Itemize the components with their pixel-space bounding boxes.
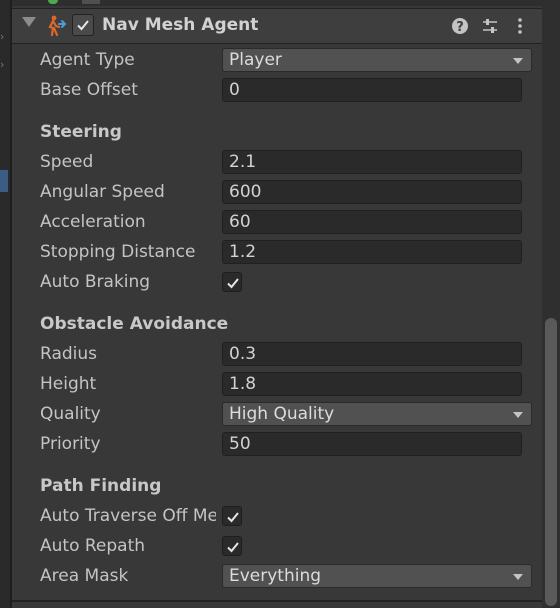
stopping-distance-label: Stopping Distance — [40, 242, 196, 262]
priority-row: Priority 50 — [12, 430, 542, 460]
angular-speed-label: Angular Speed — [40, 182, 165, 202]
acceleration-input[interactable]: 60 — [222, 210, 522, 234]
dropdown-arrow-icon — [513, 412, 523, 418]
selected-row-marker — [0, 170, 8, 192]
help-icon[interactable]: ? — [450, 16, 470, 36]
steering-header: Steering — [40, 122, 122, 142]
area-mask-label: Area Mask — [40, 566, 129, 586]
stopping-distance-row: Stopping Distance 1.2 — [12, 238, 542, 268]
component-enabled-checkbox[interactable] — [72, 14, 94, 36]
acceleration-label: Acceleration — [40, 212, 146, 232]
dropdown-arrow-icon — [513, 574, 523, 580]
auto-repath-checkbox[interactable] — [222, 536, 242, 556]
stopping-distance-input[interactable]: 1.2 — [222, 240, 522, 264]
auto-repath-label: Auto Repath — [40, 536, 146, 556]
nav-mesh-agent-icon — [48, 15, 67, 37]
component-title: Nav Mesh Agent — [102, 15, 259, 35]
radius-row: Radius 0.3 — [12, 340, 542, 370]
acceleration-row: Acceleration 60 — [12, 208, 542, 238]
auto-braking-row: Auto Braking — [12, 268, 542, 298]
chevron-left-icon: › — [0, 58, 5, 71]
foldout-arrow-icon[interactable] — [22, 17, 36, 27]
auto-repath-row: Auto Repath — [12, 532, 542, 562]
radius-input[interactable]: 0.3 — [222, 342, 522, 366]
agent-type-value: Player — [229, 50, 282, 70]
auto-traverse-checkbox[interactable] — [222, 506, 242, 526]
check-icon — [227, 542, 239, 553]
auto-braking-label: Auto Braking — [40, 272, 151, 292]
dropdown-arrow-icon — [513, 58, 523, 64]
obstacle-avoidance-header: Obstacle Avoidance — [40, 314, 229, 334]
agent-type-row: Agent Type Player — [12, 46, 542, 76]
component-icon — [48, 0, 58, 4]
previous-component-header — [12, 0, 542, 6]
priority-input[interactable]: 50 — [222, 432, 522, 456]
quality-dropdown[interactable]: High Quality — [222, 402, 532, 426]
height-row: Height 1.8 — [12, 370, 542, 400]
presets-icon[interactable] — [480, 16, 500, 36]
check-icon — [227, 278, 239, 289]
height-input[interactable]: 1.8 — [222, 372, 522, 396]
quality-label: Quality — [40, 404, 101, 424]
chevron-left-icon: › — [0, 30, 5, 43]
quality-row: Quality High Quality — [12, 400, 542, 430]
speed-input[interactable]: 2.1 — [222, 150, 522, 174]
quality-value: High Quality — [229, 404, 335, 424]
angular-speed-row: Angular Speed 600 — [12, 178, 542, 208]
component-checkbox — [82, 0, 100, 4]
area-mask-dropdown[interactable]: Everything — [222, 564, 532, 588]
auto-traverse-row: Auto Traverse Off Me — [12, 502, 542, 532]
hierarchy-strip: › › — [0, 0, 10, 608]
scrollbar-thumb[interactable] — [545, 318, 557, 606]
path-finding-header: Path Finding — [40, 476, 162, 496]
priority-label: Priority — [40, 434, 101, 454]
speed-label: Speed — [40, 152, 94, 172]
area-mask-value: Everything — [229, 566, 322, 586]
speed-row: Speed 2.1 — [12, 148, 542, 178]
angular-speed-input[interactable]: 600 — [222, 180, 522, 204]
component-bottom-border — [12, 600, 542, 602]
area-mask-row: Area Mask Everything — [12, 562, 542, 592]
agent-type-dropdown[interactable]: Player — [222, 48, 532, 72]
height-label: Height — [40, 374, 97, 394]
kebab-menu-icon[interactable] — [510, 16, 530, 36]
agent-type-label: Agent Type — [40, 50, 135, 70]
inspector-scrollbar[interactable] — [542, 0, 560, 608]
base-offset-label: Base Offset — [40, 80, 138, 100]
auto-traverse-label: Auto Traverse Off Me — [40, 506, 216, 526]
check-icon — [77, 20, 89, 31]
check-icon — [227, 512, 239, 523]
base-offset-row: Base Offset 0 — [12, 76, 542, 106]
auto-braking-checkbox[interactable] — [222, 272, 242, 292]
component-header[interactable]: Nav Mesh Agent ? — [12, 8, 542, 44]
radius-label: Radius — [40, 344, 98, 364]
svg-text:?: ? — [456, 20, 464, 35]
base-offset-input[interactable]: 0 — [222, 78, 522, 102]
